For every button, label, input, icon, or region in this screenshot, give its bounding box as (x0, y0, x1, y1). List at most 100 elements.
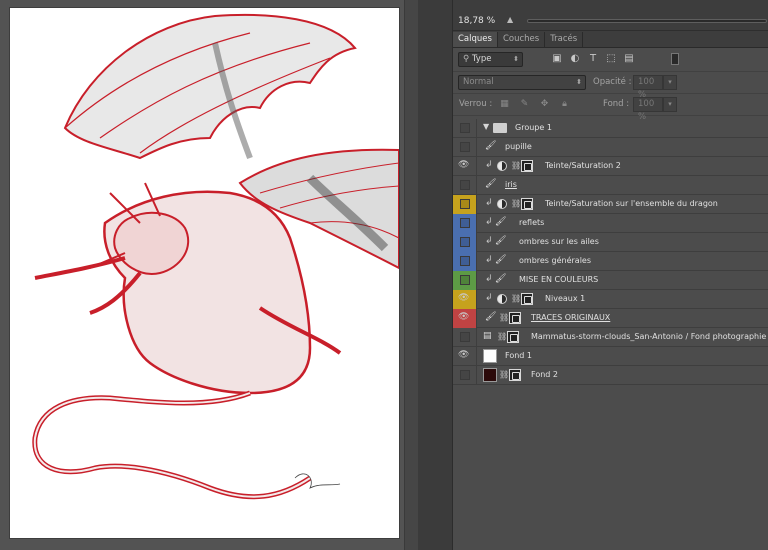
fill-field[interactable]: 100 % ▾ (633, 97, 677, 122)
eye-icon: 👁︎ (458, 350, 470, 360)
layer-row[interactable]: ↲ 🖌︎ ombres sur les ailes (453, 233, 768, 252)
brush-icon: 🖌︎ (495, 255, 507, 265)
layer-visibility-toggle[interactable] (453, 119, 477, 138)
brush-icon: 🖌︎ (495, 217, 507, 227)
layer-visibility-toggle[interactable] (453, 252, 477, 271)
layer-name: iris (505, 180, 517, 189)
lock-all-icon[interactable]: 🔒︎ (559, 99, 570, 110)
layer-row[interactable]: ↲ 🖌︎ MISE EN COULEURS (453, 271, 768, 290)
hidden-box-icon (460, 123, 470, 133)
adjustment-filter-icon[interactable]: ◐ (569, 53, 581, 65)
dropdown-icon: ⬍ (513, 55, 519, 63)
blend-mode-select[interactable]: Normal ⬍ (458, 75, 586, 90)
layer-mask-icon (509, 369, 521, 381)
lock-position-icon[interactable]: ✥ (539, 99, 550, 110)
brush-icon: 🖌︎ (485, 179, 497, 189)
smart-object-filter-icon[interactable]: ▤ (623, 53, 635, 65)
adjustment-icon (497, 161, 507, 171)
opacity-field[interactable]: 100 % ▾ (633, 75, 677, 100)
layer-row[interactable]: ⛓︎ Fond 2 (453, 366, 768, 385)
layer-visibility-toggle[interactable] (453, 271, 477, 290)
layer-visibility-toggle[interactable] (453, 328, 477, 347)
tab-couches[interactable]: Couches (498, 32, 546, 47)
lock-pixels-icon[interactable]: ✎ (519, 99, 530, 110)
layer-row[interactable]: 👁︎ ↲ ⛓︎ Teinte/Saturation 2 (453, 157, 768, 176)
filter-kind-label: Type (471, 54, 492, 64)
layer-mask-icon (509, 312, 521, 324)
layer-name: MISE EN COULEURS (519, 275, 599, 284)
type-filter-icon[interactable]: T (587, 53, 599, 65)
expand-triangle-icon: ▼ (483, 122, 490, 131)
hidden-box-icon (460, 256, 470, 266)
layer-name: Mammatus-storm-clouds_San-Antonio / Fond… (531, 332, 767, 341)
layer-visibility-toggle[interactable]: 👁︎ (453, 290, 477, 309)
link-icon: ⛓︎ (499, 313, 510, 322)
folder-icon (493, 123, 507, 133)
layer-thumbnail (483, 368, 497, 382)
dragon-artwork (32, 13, 399, 500)
layer-name: Niveaux 1 (545, 294, 586, 303)
layer-visibility-toggle[interactable]: 👁︎ (453, 309, 477, 328)
layer-visibility-toggle[interactable]: 👁︎ (453, 347, 477, 366)
layer-name: reflets (519, 218, 545, 227)
shape-filter-icon[interactable]: ⬚ (605, 53, 617, 65)
zoom-level[interactable]: 18,78 % (458, 16, 495, 26)
layer-mask-icon (507, 331, 519, 343)
zoom-out-icon[interactable]: ▲ (507, 15, 513, 24)
layer-visibility-toggle[interactable] (453, 366, 477, 385)
layer-name: Fond 1 (505, 351, 532, 360)
layers-panel: 18,78 % ▲ Calques Couches Tracés ⚲ Type … (452, 0, 768, 550)
layer-row[interactable]: ↲ ⛓︎ Teinte/Saturation sur l'ensemble du d… (453, 195, 768, 214)
layer-row[interactable]: ▤ ⛓︎ Mammatus-storm-clouds_San-Antonio / F… (453, 328, 768, 347)
tab-traces[interactable]: Tracés (545, 32, 584, 47)
blend-row: Normal ⬍ Opacité : 100 % ▾ (453, 72, 768, 100)
vertical-scrollbar[interactable] (404, 0, 418, 550)
zoom-slider[interactable] (527, 19, 767, 23)
fill-dropdown-icon[interactable]: ▾ (663, 97, 677, 112)
layer-row[interactable]: ↲ 🖌︎ reflets (453, 214, 768, 233)
layer-row[interactable]: 🖌︎ iris (453, 176, 768, 195)
layer-name: Teinte/Saturation 2 (545, 161, 621, 170)
clip-arrow-icon: ↲ (485, 160, 493, 170)
layer-mask-icon (521, 160, 533, 172)
layer-mask-icon (521, 198, 533, 210)
filter-kind-select[interactable]: ⚲ Type ⬍ (458, 52, 523, 67)
layer-name: Groupe 1 (515, 123, 552, 132)
clip-arrow-icon: ↲ (485, 274, 493, 284)
layer-filter-row: ⚲ Type ⬍ ▣ ◐ T ⬚ ▤ (453, 48, 768, 72)
fill-label: Fond : (603, 99, 630, 109)
tab-calques[interactable]: Calques (453, 32, 498, 47)
layer-visibility-toggle[interactable] (453, 138, 477, 157)
filter-toggle-icon[interactable] (671, 53, 679, 65)
hidden-box-icon (460, 199, 470, 209)
layer-row[interactable]: 🖌︎ pupille (453, 138, 768, 157)
clip-arrow-icon: ↲ (485, 293, 493, 303)
layer-row[interactable]: ↲ 🖌︎ ombres générales (453, 252, 768, 271)
link-icon: ⛓︎ (511, 161, 522, 170)
eye-icon: 👁︎ (458, 160, 470, 170)
layer-row[interactable]: ▼ Groupe 1 (453, 119, 768, 138)
layers-list: ▼ Groupe 1 🖌︎ pupille 👁︎ ↲ ⛓︎ Teinte/Saturation… (453, 119, 768, 385)
panel-dock-gutter (418, 0, 452, 550)
adjustment-icon (497, 199, 507, 209)
layer-row[interactable]: 👁︎ 🖌︎ ⛓︎ TRACES ORIGINAUX (453, 309, 768, 328)
document-canvas[interactable] (10, 8, 399, 538)
layer-name: ombres sur les ailes (519, 237, 599, 246)
hidden-box-icon (460, 275, 470, 285)
lock-transparency-icon[interactable]: ▦ (499, 99, 510, 110)
pixel-filter-icon[interactable]: ▣ (551, 53, 563, 65)
navigator-strip: 18,78 % ▲ (453, 0, 768, 31)
brush-icon: 🖌︎ (495, 236, 507, 246)
opacity-dropdown-icon[interactable]: ▾ (663, 75, 677, 90)
layer-visibility-toggle[interactable] (453, 195, 477, 214)
layer-row[interactable]: 👁︎ Fond 1 (453, 347, 768, 366)
layer-row[interactable]: 👁︎ ↲ ⛓︎ Niveaux 1 (453, 290, 768, 309)
adjustment-icon (497, 294, 507, 304)
layer-visibility-toggle[interactable] (453, 233, 477, 252)
lock-label: Verrou : (459, 99, 493, 109)
brush-icon: 🖌︎ (495, 274, 507, 284)
canvas-area (0, 0, 420, 550)
layer-visibility-toggle[interactable] (453, 176, 477, 195)
layer-visibility-toggle[interactable]: 👁︎ (453, 157, 477, 176)
layer-visibility-toggle[interactable] (453, 214, 477, 233)
